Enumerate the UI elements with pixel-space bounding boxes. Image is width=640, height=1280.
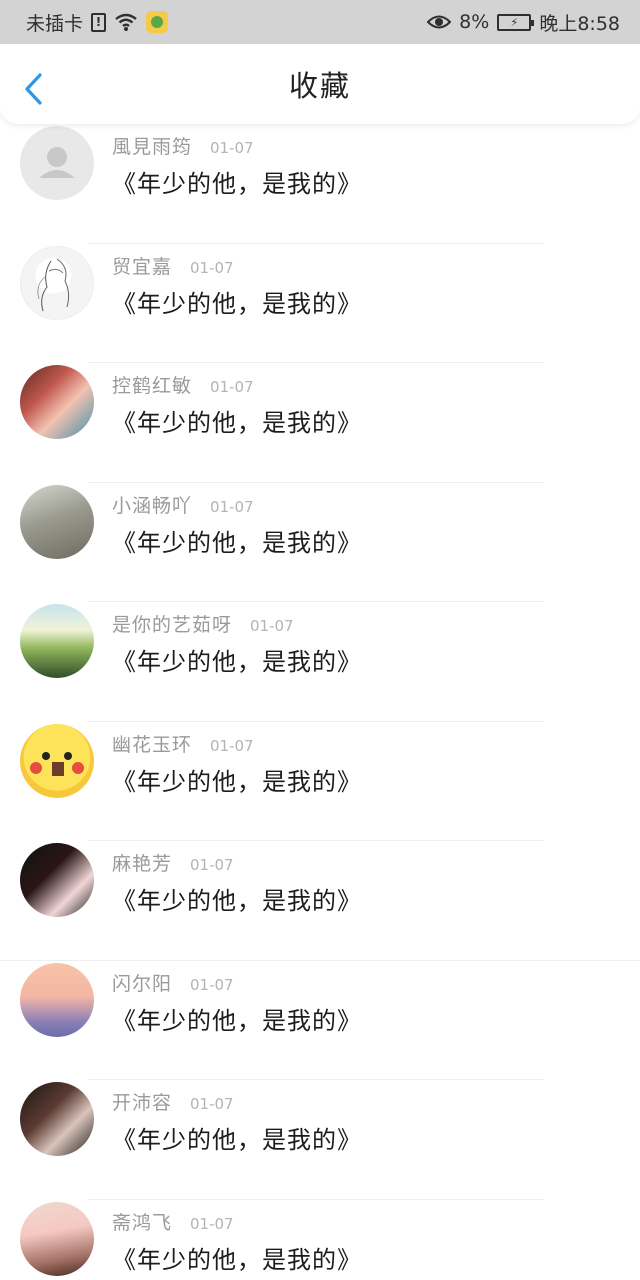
favorite-item[interactable]: 控鹤红敏 01-07 《年少的他，是我的》 <box>0 363 640 483</box>
post-date: 01-07 <box>210 378 254 396</box>
status-right: 8% ⚡ 晚上8:58 <box>427 9 620 36</box>
pikachu-avatar[interactable] <box>20 723 94 798</box>
book-title[interactable]: 《年少的他，是我的》 <box>112 1120 362 1155</box>
item-meta: 斋鸿飞 01-07 <box>112 1208 234 1235</box>
wifi-icon <box>115 13 137 31</box>
pikachu-face <box>30 751 84 776</box>
post-date: 01-07 <box>190 1095 234 1113</box>
default-avatar[interactable] <box>20 126 94 200</box>
person-icon <box>39 147 75 178</box>
post-date: 01-07 <box>190 1214 234 1233</box>
favorite-item[interactable]: 幽花玉环 01-07 《年少的他，是我的》 <box>0 722 640 841</box>
username[interactable]: 幽花玉环 <box>112 730 192 757</box>
post-date: 01-07 <box>190 856 234 874</box>
photo-avatar[interactable] <box>20 843 94 917</box>
favorite-item[interactable]: 闪尔阳 01-07 《年少的他，是我的》 <box>0 961 640 1080</box>
favorite-item[interactable]: 風見雨筠 01-07 《年少的他，是我的》 <box>0 124 640 244</box>
item-meta: 贸宜嘉 01-07 <box>112 252 234 279</box>
app-notification-icon <box>146 11 169 33</box>
photo-avatar[interactable] <box>20 484 94 559</box>
book-title[interactable]: 《年少的他，是我的》 <box>112 523 362 558</box>
post-date: 01-07 <box>190 258 234 277</box>
battery-charging-icon: ⚡ <box>497 13 535 31</box>
photo-avatar[interactable] <box>20 1082 94 1156</box>
photo-avatar[interactable] <box>20 1201 94 1276</box>
username[interactable]: 小涵畅吖 <box>112 491 192 518</box>
item-meta: 幽花玉环 01-07 <box>112 730 254 757</box>
page-title: 收藏 <box>288 69 351 103</box>
item-meta: 闪尔阳 01-07 <box>112 969 234 996</box>
username[interactable]: 贸宜嘉 <box>112 252 172 279</box>
username[interactable]: 風見雨筠 <box>112 132 192 159</box>
post-date: 01-07 <box>210 736 254 755</box>
item-meta: 小涵畅吖 01-07 <box>112 491 254 518</box>
landscape-avatar[interactable] <box>20 604 94 678</box>
book-title[interactable]: 《年少的他，是我的》 <box>112 1001 362 1036</box>
favorite-item[interactable]: 是你的艺茹呀 01-07 《年少的他，是我的》 <box>0 602 640 722</box>
sunset-avatar[interactable] <box>20 962 94 1037</box>
favorite-item[interactable]: 贸宜嘉 01-07 《年少的他，是我的》 <box>0 244 640 363</box>
page-header: 收藏 <box>0 44 640 124</box>
status-left: 未插卡 ! <box>26 9 169 36</box>
post-date: 01-07 <box>250 617 294 635</box>
book-title[interactable]: 《年少的他，是我的》 <box>112 403 362 438</box>
favorites-list: 風見雨筠 01-07 《年少的他，是我的》 贸宜嘉 01-07 《年少的他，是我的》 控鹤红… <box>0 124 640 1280</box>
username[interactable]: 闪尔阳 <box>112 969 172 996</box>
item-meta: 控鹤红敏 01-07 <box>112 371 254 398</box>
username[interactable]: 麻艳芳 <box>112 849 172 876</box>
item-meta: 麻艳芳 01-07 <box>112 849 234 876</box>
book-title[interactable]: 《年少的他，是我的》 <box>112 284 362 319</box>
item-meta: 开沛容 01-07 <box>112 1088 234 1115</box>
item-meta: 風見雨筠 01-07 <box>112 132 254 159</box>
book-title[interactable]: 《年少的他，是我的》 <box>112 164 362 199</box>
carrier-label: 未插卡 <box>26 12 84 35</box>
battery-percent: 8% <box>459 11 490 33</box>
sketch-drawing <box>37 258 70 311</box>
favorite-item[interactable]: 小涵畅吖 01-07 《年少的他，是我的》 <box>0 483 640 602</box>
clock: 晚上8:58 <box>539 12 620 35</box>
book-title[interactable]: 《年少的他，是我的》 <box>112 881 362 916</box>
favorite-item[interactable]: 斋鸿飞 01-07 《年少的他，是我的》 <box>0 1200 640 1280</box>
post-date: 01-07 <box>210 497 254 516</box>
username[interactable]: 开沛容 <box>112 1088 172 1115</box>
username[interactable]: 斋鸿飞 <box>112 1208 172 1235</box>
eye-icon <box>427 15 452 29</box>
book-title[interactable]: 《年少的他，是我的》 <box>112 762 362 797</box>
book-title[interactable]: 《年少的他，是我的》 <box>112 1240 362 1275</box>
status-bar: 未插卡 ! 8% ⚡ 晚上8:58 <box>0 0 640 44</box>
book-title[interactable]: 《年少的他，是我的》 <box>112 642 362 677</box>
post-date: 01-07 <box>190 975 234 994</box>
chevron-left-icon[interactable] <box>22 72 46 106</box>
post-date: 01-07 <box>210 139 254 157</box>
sketch-avatar[interactable] <box>20 245 94 320</box>
favorite-item[interactable]: 开沛容 01-07 《年少的他，是我的》 <box>0 1080 640 1200</box>
username[interactable]: 控鹤红敏 <box>112 371 192 398</box>
sim-alert-icon: ! <box>91 12 107 32</box>
username[interactable]: 是你的艺茹呀 <box>112 610 232 637</box>
favorite-item[interactable]: 麻艳芳 01-07 《年少的他，是我的》 <box>0 841 640 961</box>
item-meta: 是你的艺茹呀 01-07 <box>112 610 294 637</box>
photo-avatar[interactable] <box>20 365 94 439</box>
